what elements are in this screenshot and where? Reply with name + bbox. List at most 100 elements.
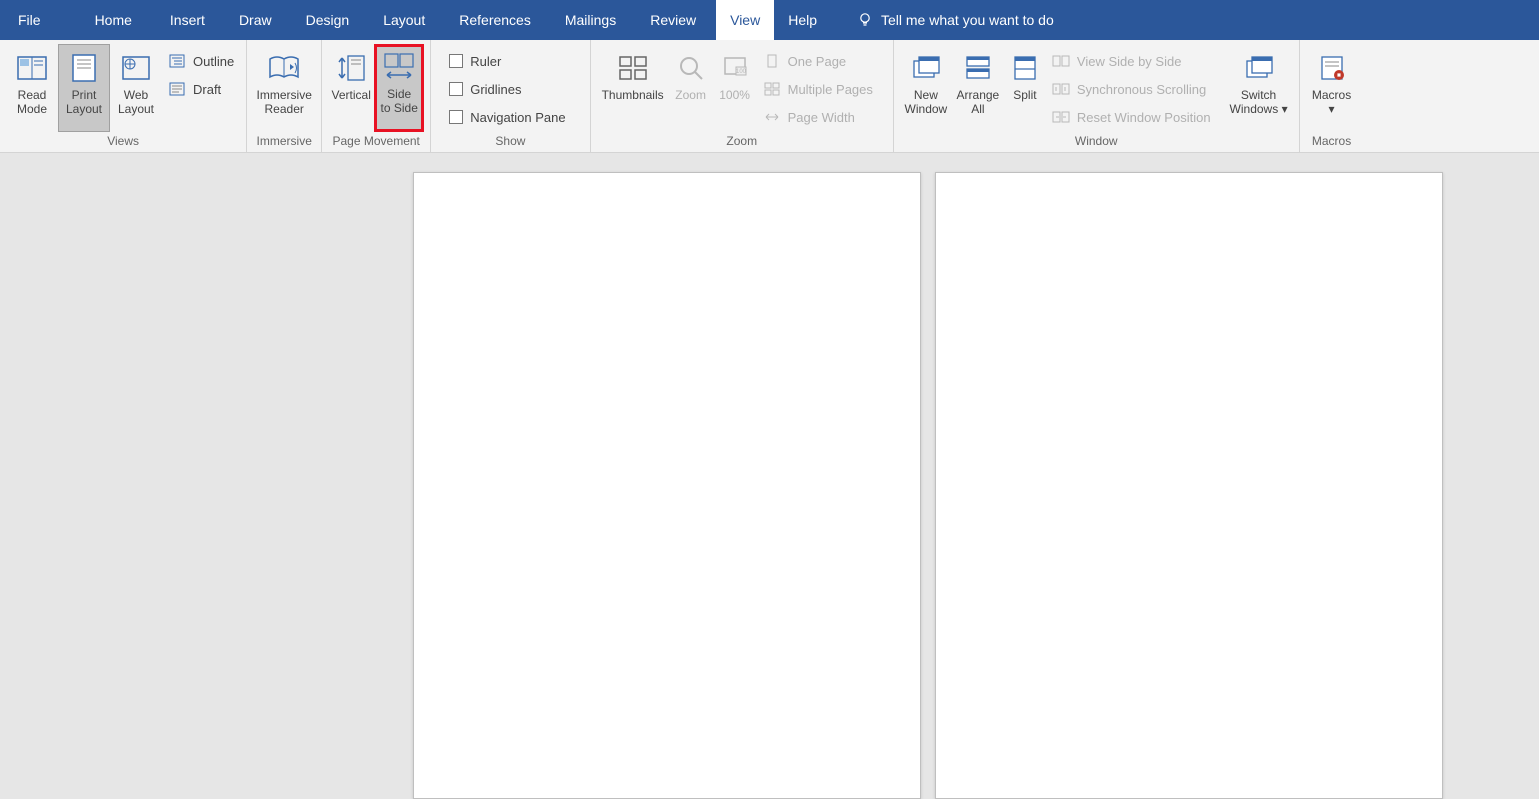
hundred-percent-label: 100% [719, 89, 750, 103]
vertical-button[interactable]: Vertical [328, 44, 374, 132]
reset-window-position-icon [1052, 110, 1070, 124]
web-layout-label: Web Layout [118, 89, 154, 117]
side-to-side-label: Side to Side [381, 88, 418, 116]
group-views-label: Views [0, 134, 246, 152]
switch-windows-label: Switch Windows ▾ [1230, 89, 1288, 117]
tell-me-text: Tell me what you want to do [881, 12, 1054, 28]
ribbon: Read Mode Print Layout Web Layout Outlin… [0, 40, 1539, 153]
draft-button[interactable]: Draft [168, 78, 234, 100]
draft-icon [169, 82, 185, 96]
tab-layout[interactable]: Layout [369, 0, 439, 40]
lightbulb-icon [857, 12, 873, 28]
switch-windows-icon [1244, 55, 1274, 81]
document-page[interactable] [413, 172, 921, 799]
group-window-label: Window [894, 134, 1299, 152]
checkbox-icon [449, 82, 463, 96]
tab-home[interactable]: Home [81, 0, 146, 40]
draft-label: Draft [193, 82, 221, 97]
macros-btn-label: Macros▾ [1312, 89, 1351, 117]
thumbnails-icon [617, 54, 649, 82]
vertical-icon [336, 54, 366, 82]
group-immersive-label: Immersive [247, 134, 321, 152]
view-side-by-side-icon [1052, 54, 1070, 68]
one-page-icon [764, 54, 780, 68]
outline-button[interactable]: Outline [168, 50, 234, 72]
tell-me-search[interactable]: Tell me what you want to do [845, 0, 1066, 40]
tab-view[interactable]: View [716, 0, 774, 40]
tab-draw[interactable]: Draw [225, 0, 286, 40]
web-layout-button[interactable]: Web Layout [110, 44, 162, 132]
thumbnails-button[interactable]: Thumbnails [597, 44, 669, 132]
hundred-percent-icon: 100 [722, 55, 748, 81]
split-label: Split [1013, 89, 1036, 103]
one-page-label: One Page [788, 54, 847, 69]
tab-insert[interactable]: Insert [156, 0, 219, 40]
chevron-down-icon: ▾ [1329, 102, 1335, 116]
outline-label: Outline [193, 54, 234, 69]
page-width-icon [764, 110, 780, 124]
new-window-label: New Window [905, 89, 948, 117]
gridlines-checkbox[interactable]: Gridlines [449, 78, 565, 100]
view-side-by-side-button: View Side by Side [1052, 50, 1211, 72]
multiple-pages-icon [764, 82, 780, 96]
view-side-by-side-label: View Side by Side [1077, 54, 1182, 69]
ruler-checkbox[interactable]: Ruler [449, 50, 565, 72]
split-button[interactable]: Split [1004, 44, 1046, 132]
synchronous-scrolling-icon [1052, 82, 1070, 96]
zoom-icon [678, 55, 704, 81]
arrange-all-icon [964, 55, 992, 81]
immersive-reader-label: Immersive Reader [257, 89, 312, 117]
new-window-button[interactable]: New Window [900, 44, 952, 132]
group-macros-label: Macros [1300, 134, 1364, 152]
gridlines-label: Gridlines [470, 82, 521, 97]
svg-text:100: 100 [736, 69, 747, 75]
print-layout-button[interactable]: Print Layout [58, 44, 110, 132]
group-zoom: Thumbnails Zoom 100 100% One Page Multip… [591, 40, 894, 152]
macros-button[interactable]: Macros▾ [1306, 44, 1358, 132]
chevron-down-icon: ▾ [1282, 102, 1288, 116]
side-to-side-button[interactable]: Side to Side [374, 44, 424, 132]
tab-help[interactable]: Help [774, 0, 831, 40]
checkbox-icon [449, 54, 463, 68]
print-layout-icon [71, 54, 97, 82]
group-macros: Macros▾ Macros [1300, 40, 1364, 152]
group-show-label: Show [431, 134, 589, 152]
zoom-label: Zoom [675, 89, 706, 103]
reset-window-position-label: Reset Window Position [1077, 110, 1211, 125]
web-layout-icon [121, 55, 151, 81]
tab-mailings[interactable]: Mailings [551, 0, 630, 40]
zoom-button: Zoom [669, 44, 713, 132]
navigation-pane-checkbox[interactable]: Navigation Pane [449, 106, 565, 128]
new-window-icon [911, 55, 941, 81]
multiple-pages-button: Multiple Pages [763, 78, 873, 100]
macros-icon [1318, 55, 1346, 81]
document-page[interactable] [935, 172, 1443, 799]
read-mode-label: Read Mode [17, 89, 47, 117]
arrange-all-button[interactable]: Arrange All [952, 44, 1004, 132]
tab-review[interactable]: Review [636, 0, 710, 40]
document-canvas[interactable] [0, 153, 1539, 799]
hundred-percent-button: 100 100% [713, 44, 757, 132]
thumbnails-label: Thumbnails [602, 89, 664, 103]
read-mode-button[interactable]: Read Mode [6, 44, 58, 132]
tab-design[interactable]: Design [292, 0, 364, 40]
switch-windows-button[interactable]: Switch Windows ▾ [1225, 44, 1293, 132]
group-zoom-label: Zoom [591, 134, 893, 152]
print-layout-label: Print Layout [66, 89, 102, 117]
outline-icon [169, 54, 185, 68]
group-show: Ruler Gridlines Navigation Pane Show [431, 40, 590, 152]
checkbox-icon [449, 110, 463, 124]
immersive-reader-icon [267, 54, 301, 82]
navigation-pane-label: Navigation Pane [470, 110, 565, 125]
one-page-button: One Page [763, 50, 873, 72]
group-views: Read Mode Print Layout Web Layout Outlin… [0, 40, 247, 152]
tab-file[interactable]: File [0, 0, 59, 40]
split-icon [1012, 55, 1038, 81]
vertical-label: Vertical [332, 89, 371, 103]
tab-references[interactable]: References [445, 0, 545, 40]
synchronous-scrolling-label: Synchronous Scrolling [1077, 82, 1206, 97]
immersive-reader-button[interactable]: Immersive Reader [253, 44, 315, 132]
multiple-pages-label: Multiple Pages [788, 82, 873, 97]
page-width-button: Page Width [763, 106, 873, 128]
page-width-label: Page Width [788, 110, 855, 125]
